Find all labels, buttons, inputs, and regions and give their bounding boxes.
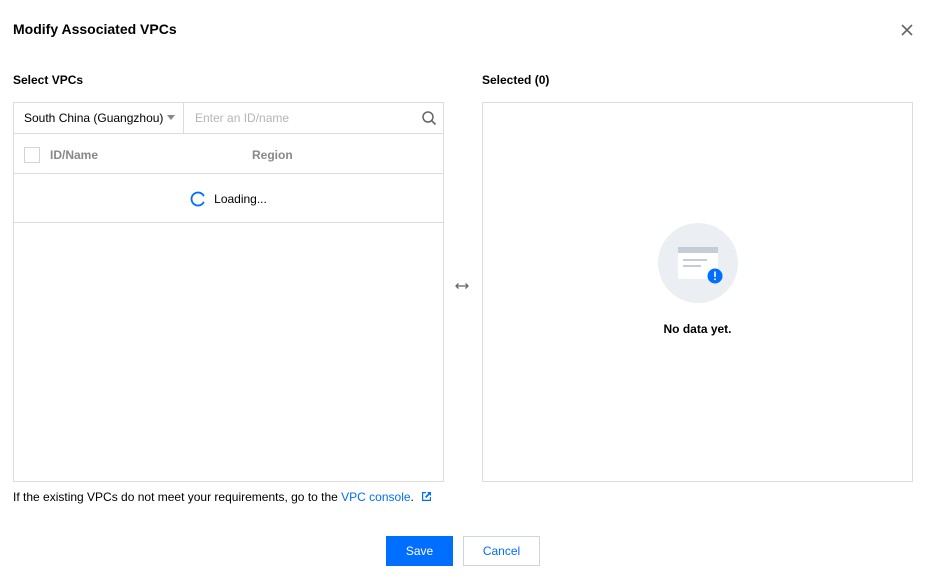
vpc-console-link[interactable]: VPC console: [341, 490, 410, 504]
footnote-text: If the existing VPCs do not meet your re…: [13, 490, 342, 504]
chevron-down-icon: [167, 115, 175, 120]
search-input[interactable]: [185, 103, 414, 133]
dialog-title: Modify Associated VPCs: [13, 21, 177, 37]
selected-count-label: Selected (0): [482, 73, 550, 87]
loading-text: Loading...: [214, 191, 267, 206]
table-header: ID/Name Region: [14, 134, 443, 174]
select-all-checkbox[interactable]: [24, 147, 40, 163]
column-header-region: Region: [252, 148, 293, 162]
select-vpcs-label: Select VPCs: [13, 73, 84, 87]
footnote-suffix: .: [410, 490, 414, 504]
empty-state-text: No data yet.: [663, 322, 732, 336]
footnote: If the existing VPCs do not meet your re…: [13, 490, 432, 504]
close-icon[interactable]: [899, 22, 915, 38]
loading-spinner-icon: [190, 191, 205, 206]
external-link-icon[interactable]: [421, 491, 432, 502]
region-select-value: South China (Guangzhou): [24, 111, 164, 125]
modify-vpcs-dialog: Modify Associated VPCs Select VPCs Selec…: [0, 0, 929, 582]
selected-vpcs-panel: No data yet.: [482, 102, 913, 482]
vpc-source-panel: South China (Guangzhou) ID/Name Region L…: [13, 102, 444, 482]
region-select[interactable]: South China (Guangzhou): [14, 103, 184, 133]
search-icon[interactable]: [421, 110, 437, 126]
save-button[interactable]: Save: [386, 536, 453, 566]
loading-row: Loading...: [14, 175, 443, 223]
cancel-button[interactable]: Cancel: [463, 536, 540, 566]
column-header-id-name: ID/Name: [50, 148, 99, 162]
arrows-left-right-icon: [455, 283, 469, 289]
empty-document-icon: [658, 223, 738, 303]
filter-bar: South China (Guangzhou): [14, 103, 443, 134]
